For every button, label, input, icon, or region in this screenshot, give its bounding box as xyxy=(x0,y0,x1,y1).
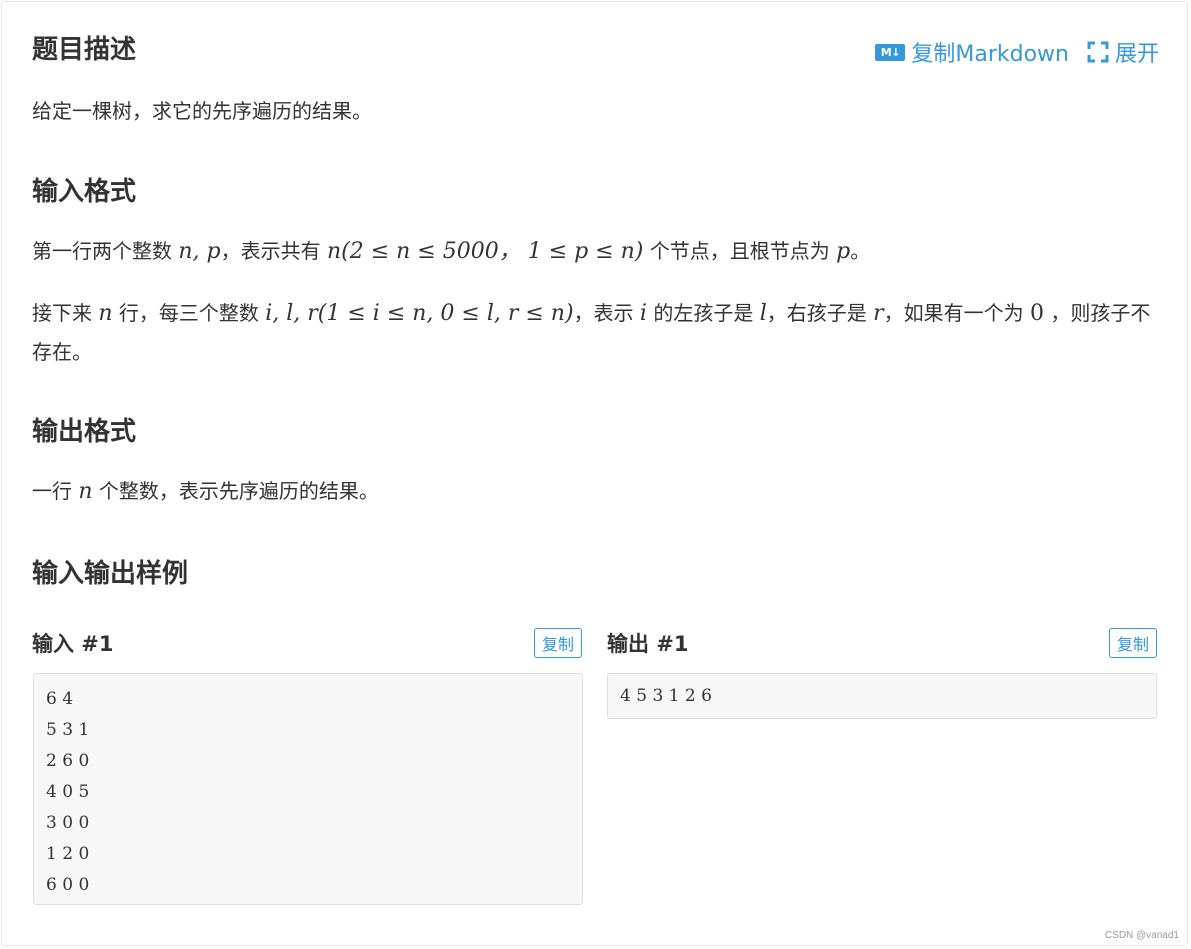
description-title: 题目描述 xyxy=(32,35,137,65)
text: ，表示共有 xyxy=(220,239,327,263)
math-n-p: n, p xyxy=(178,239,221,264)
math-l: l xyxy=(759,301,767,326)
text: 行，每三个整数 xyxy=(112,301,266,325)
sample-input-label: 输入 #1 xyxy=(32,632,114,656)
sample-output-code[interactable]: 4 5 3 1 2 6 xyxy=(607,673,1157,719)
toolbar: M↓ 复制Markdown 展开 xyxy=(875,36,1159,68)
output-format-text: 一行 n 个整数，表示先序遍历的结果。 xyxy=(32,472,1159,511)
text: ，如果有一个为 xyxy=(883,301,1030,325)
samples-title: 输入输出样例 xyxy=(32,559,189,589)
expand-label: 展开 xyxy=(1114,42,1159,67)
output-format-title: 输出格式 xyxy=(32,417,137,447)
markdown-icon: M↓ xyxy=(875,43,906,61)
input-format-line1: 第一行两个整数 n, p，表示共有 n(2 ≤ n ≤ 5000， 1 ≤ p … xyxy=(32,232,1159,271)
text: ，右孩子是 xyxy=(766,301,874,325)
copy-output-button[interactable]: 复制 xyxy=(1108,628,1157,658)
math-ilr: i, l, r(1 ≤ i ≤ n, 0 ≤ l, r ≤ n) xyxy=(265,301,574,326)
math-n: n xyxy=(78,479,93,504)
expand-icon xyxy=(1087,41,1109,63)
text: ，表示 xyxy=(573,301,640,325)
math-r: r xyxy=(873,301,884,326)
copy-markdown-button[interactable]: M↓ 复制Markdown xyxy=(875,36,1069,68)
watermark: CSDN @vanad1 xyxy=(1104,930,1179,941)
copy-markdown-label: 复制Markdown xyxy=(911,42,1069,67)
input-format-title: 输入格式 xyxy=(32,177,137,207)
input-format-line2: 接下来 n 行，每三个整数 i, l, r(1 ≤ i ≤ n, 0 ≤ l, … xyxy=(32,294,1159,371)
description-text: 给定一棵树，求它的先序遍历的结果。 xyxy=(32,99,372,123)
text: 接下来 xyxy=(32,301,99,325)
text: 的左孩子是 xyxy=(646,301,760,325)
math-zero: 0 xyxy=(1029,301,1044,326)
text: 。 xyxy=(850,239,871,263)
math-range: n(2 ≤ n ≤ 5000， 1 ≤ p ≤ n) xyxy=(326,239,644,264)
sample-input-code[interactable]: 6 4 5 3 1 2 6 0 4 0 5 3 0 0 1 2 0 6 0 0 xyxy=(33,673,583,905)
text: 个节点，且根节点为 xyxy=(643,239,837,263)
copy-input-button[interactable]: 复制 xyxy=(533,628,582,658)
math-p: p xyxy=(836,239,851,264)
sample-output-header: 输出 #1 复制 xyxy=(607,628,1157,658)
text: 第一行两个整数 xyxy=(32,239,179,263)
sample-input-header: 输入 #1 复制 xyxy=(32,628,582,658)
math-n: n xyxy=(98,301,113,326)
math-i: i xyxy=(639,301,647,326)
text: 个整数，表示先序遍历的结果。 xyxy=(92,479,379,503)
sample-output-label: 输出 #1 xyxy=(607,632,689,656)
text: 一行 xyxy=(32,479,79,503)
expand-button[interactable]: 展开 xyxy=(1087,36,1159,68)
